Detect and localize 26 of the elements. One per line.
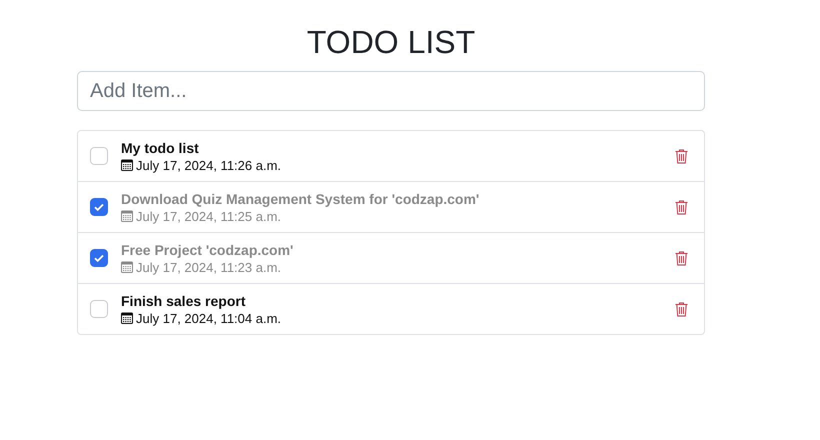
trash-icon [675,200,688,214]
todo-title: My todo list [121,140,200,156]
delete-button[interactable] [675,200,688,214]
checkbox[interactable] [90,198,108,216]
checkbox[interactable] [90,147,108,165]
delete-button[interactable] [675,302,688,316]
delete-button[interactable] [675,250,688,266]
todo-date: July 17, 2024, 11:26 a.m. [136,158,282,172]
page-title: TODO LIST [306,24,476,61]
add-item-field[interactable]: Add Item... [77,71,705,111]
todo-date: July 17, 2024, 11:23 a.m. [136,260,282,274]
calendar-icon [121,159,133,171]
todo-date: July 17, 2024, 11:04 a.m. [136,310,282,326]
trash-icon [675,250,688,266]
todo-date: July 17, 2024, 11:25 a.m. [136,208,282,224]
calendar-icon [121,210,133,222]
checkbox[interactable] [90,300,108,318]
todo-title: Finish sales report [121,292,246,308]
todo-title: Free Project 'codzap.com' [121,242,294,258]
trash-icon [675,148,688,164]
trash-icon [675,302,688,316]
checkbox[interactable] [90,249,108,267]
calendar-icon [121,261,133,273]
calendar-icon [121,312,133,324]
delete-button[interactable] [675,148,688,164]
todo-title: Download Quiz Management System for 'codzap.com' [121,190,480,206]
